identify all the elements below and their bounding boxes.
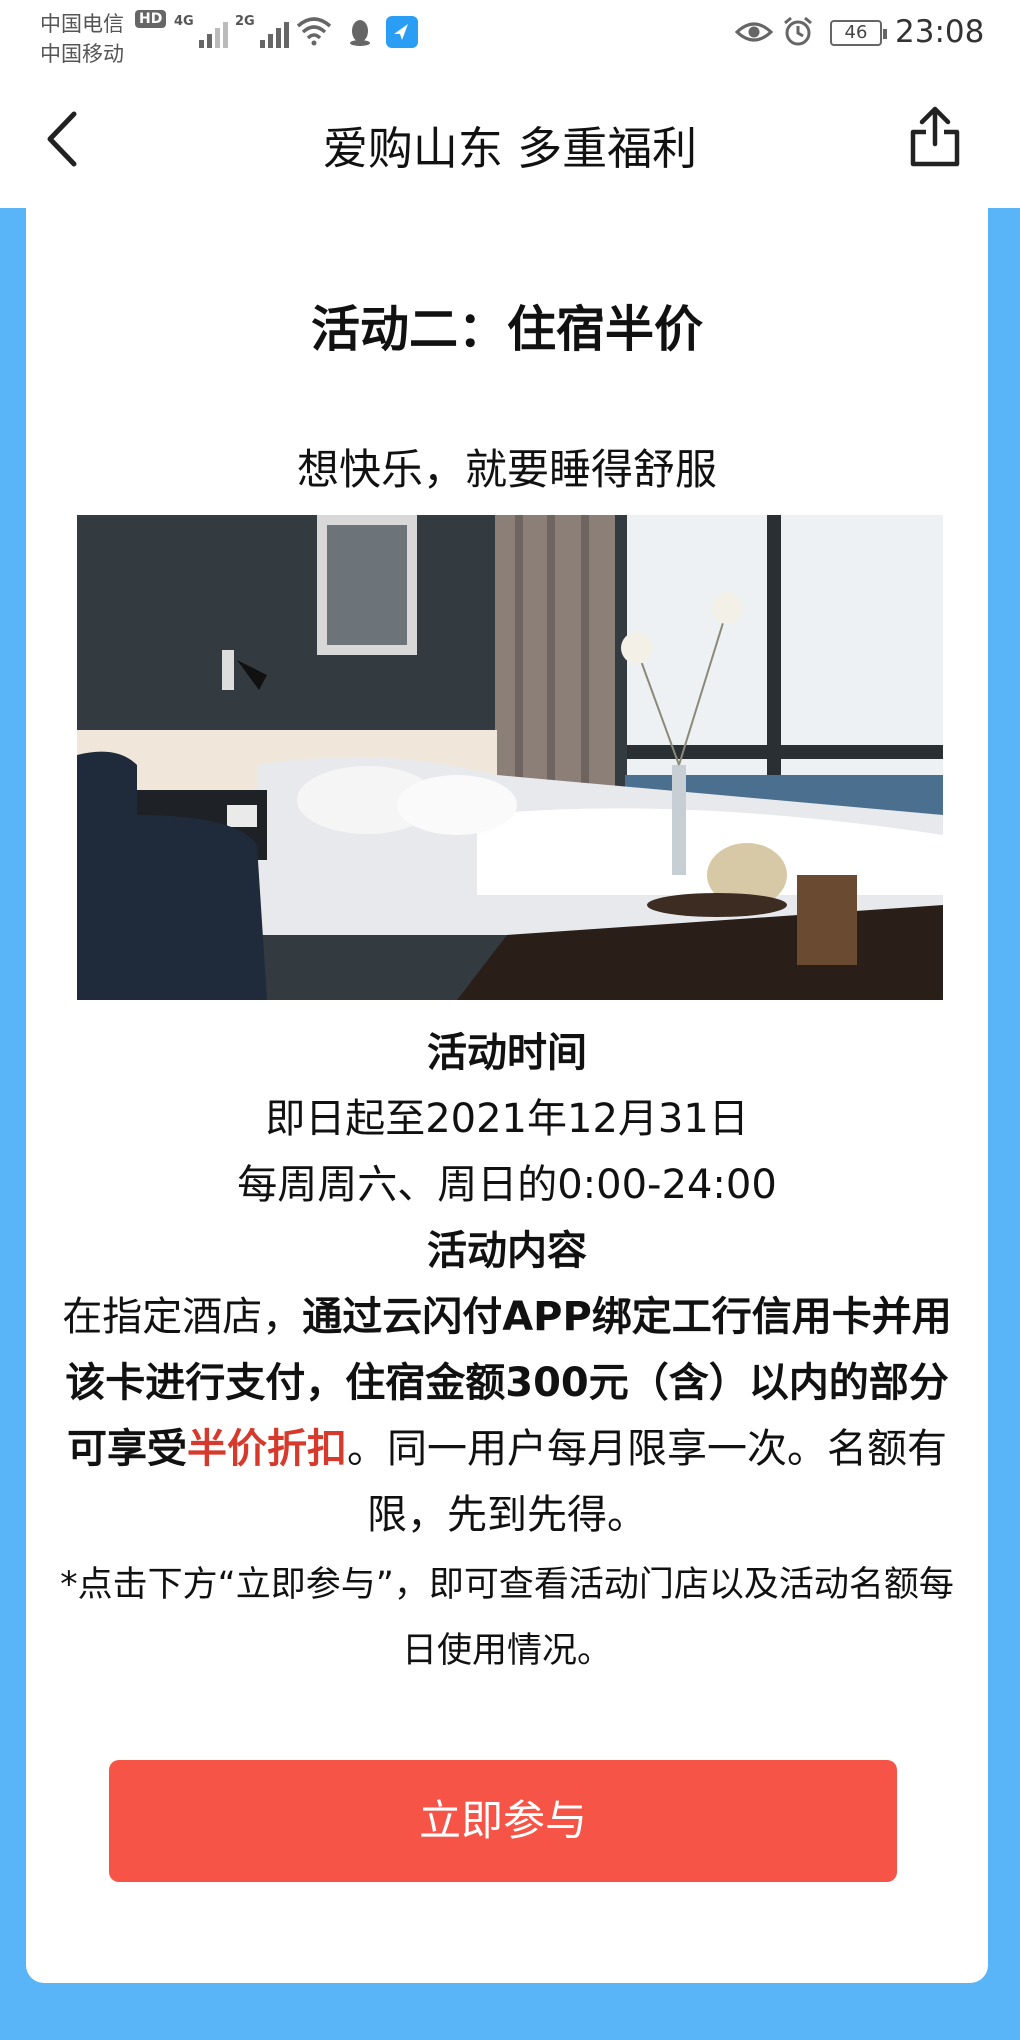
content-text-2: 。同一用户每月限享一次。名额有限，先到先得。: [347, 1426, 947, 1538]
promotion-card: 活动二：住宿半价 想快乐，就要睡得舒服 活动时间 即日起至2021年12月31日…: [26, 208, 988, 1983]
carrier-label-1: 中国电信: [40, 12, 124, 36]
content-heading: 活动内容: [427, 1228, 587, 1274]
qq-penguin-icon: [350, 20, 370, 46]
participate-button[interactable]: 立即参与: [109, 1760, 897, 1882]
participation-note: *点击下方“立即参与”，即可查看活动门店以及活动名额每日使用情况。: [60, 1565, 954, 1671]
signal-2g-icon: 2G: [235, 14, 289, 48]
time-line-1: 即日起至2021年12月31日: [265, 1096, 749, 1142]
share-icon[interactable]: [908, 104, 962, 170]
network-type-1: 4G: [174, 14, 194, 29]
wifi-icon: [296, 17, 332, 46]
network-type-2: 2G: [235, 14, 255, 29]
eye-icon: [735, 22, 773, 42]
card-title: 活动二：住宿半价: [310, 301, 703, 358]
carrier-label-2: 中国移动: [40, 42, 124, 66]
alarm-icon: [784, 16, 812, 46]
clock: 23:08: [895, 14, 985, 50]
time-line-2: 每周周六、周日的0:00-24:00: [237, 1162, 777, 1208]
status-bar: 中国电信 HD 中国移动 4G 2G 46 23:08: [0, 0, 1020, 70]
hotel-room-photo: [77, 515, 943, 1000]
signal-4g-icon: 4G: [174, 14, 228, 48]
app-notification-icon: [386, 16, 418, 48]
card-subtitle: 想快乐，就要睡得舒服: [296, 445, 717, 494]
battery-icon: 46: [830, 20, 887, 46]
content-text-highlight: 半价折扣: [187, 1426, 347, 1472]
time-heading: 活动时间: [427, 1030, 587, 1076]
page-title: 爱购山东 多重福利: [322, 122, 698, 175]
content-paragraph: 在指定酒店，通过云闪付APP绑定工行信用卡并用该卡进行支付，住宿金额300元（含…: [57, 1284, 957, 1548]
content-text-1: 在指定酒店，: [62, 1294, 303, 1340]
navigation-bar: 爱购山东 多重福利: [0, 70, 1020, 208]
hd-badge: HD: [135, 10, 167, 28]
activity-info: 活动时间 即日起至2021年12月31日 每周周六、周日的0:00-24:00 …: [26, 1020, 988, 1684]
